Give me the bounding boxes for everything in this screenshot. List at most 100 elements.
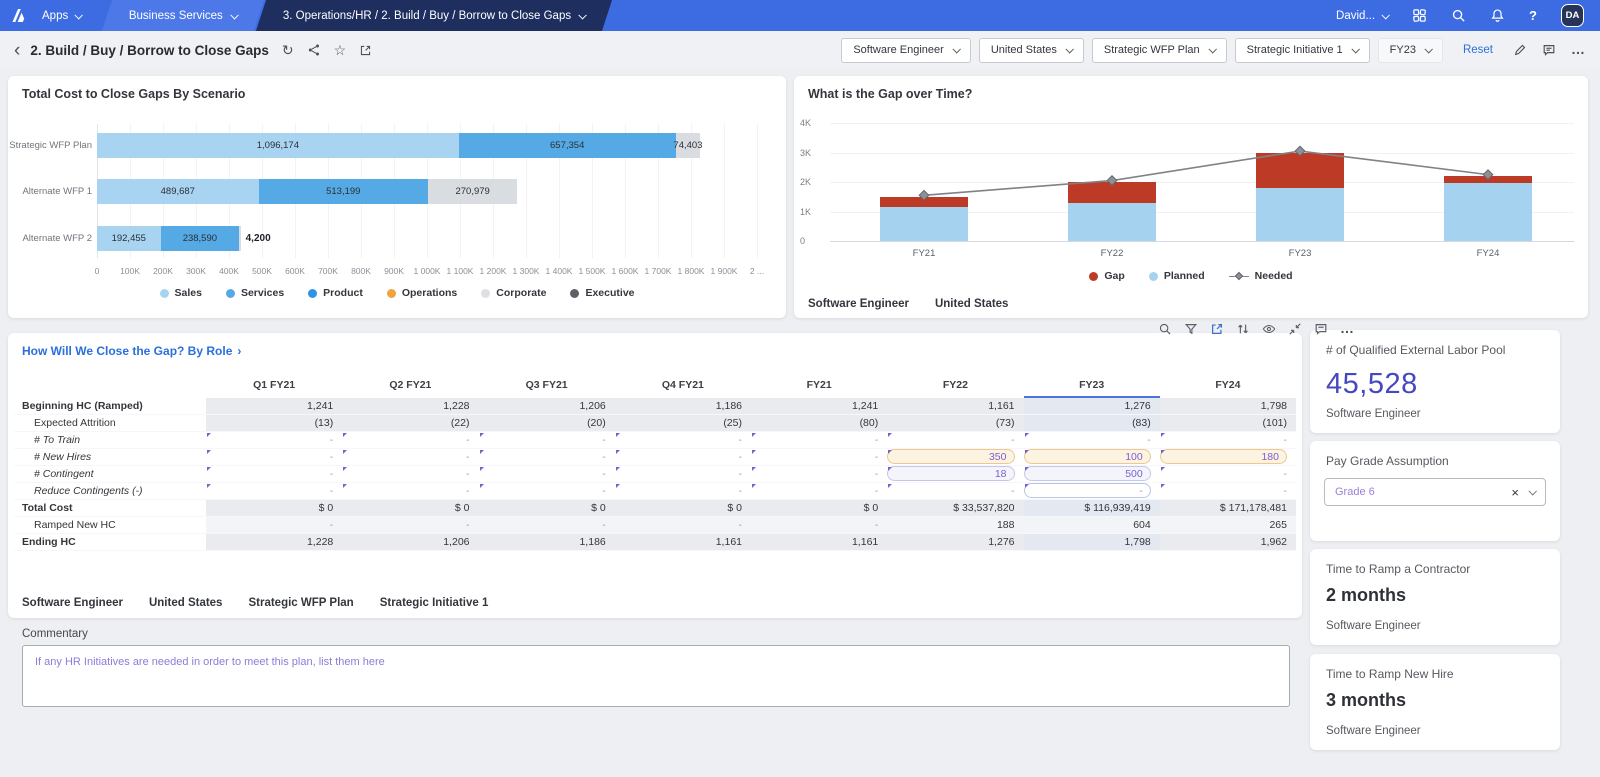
editable-cell-value[interactable]: 100 bbox=[1023, 449, 1151, 464]
tab-business-services[interactable]: Business Services bbox=[102, 0, 265, 31]
present-icon[interactable] bbox=[359, 44, 372, 57]
column-header-fy24[interactable]: FY24 bbox=[1160, 379, 1296, 398]
column-header-q1-fy21[interactable]: Q1 FY21 bbox=[206, 379, 342, 398]
grid-cell[interactable]: - bbox=[206, 432, 342, 448]
grid-cell[interactable]: 500 bbox=[1023, 466, 1160, 482]
grid-cell[interactable]: - bbox=[479, 432, 615, 448]
grid-cell[interactable]: - bbox=[1024, 432, 1160, 448]
grid-cell[interactable]: 100 bbox=[1023, 449, 1160, 465]
grid-cell[interactable]: - bbox=[206, 483, 342, 499]
column-header-fy22[interactable]: FY22 bbox=[887, 379, 1023, 398]
legend-item: Corporate bbox=[481, 287, 546, 299]
grid-search-icon[interactable] bbox=[1158, 322, 1172, 336]
grid-cell[interactable]: - bbox=[206, 466, 342, 482]
help-icon[interactable]: ? bbox=[1529, 8, 1537, 23]
chevron-down-icon bbox=[74, 10, 84, 20]
filter-chip-united-states[interactable]: United States bbox=[978, 37, 1084, 63]
grid-cell[interactable]: - bbox=[615, 483, 751, 499]
row-label: Total Cost bbox=[22, 502, 73, 514]
column-header-q3-fy21[interactable]: Q3 FY21 bbox=[479, 379, 615, 398]
grid-cell[interactable]: - bbox=[479, 466, 615, 482]
gap-chart-card: What is the Gap over Time? Gap Planned Nee… bbox=[794, 76, 1588, 318]
column-header-q2-fy21[interactable]: Q2 FY21 bbox=[342, 379, 478, 398]
comments-icon[interactable] bbox=[1542, 43, 1556, 57]
filter-chip-strategic-initiative-1[interactable]: Strategic Initiative 1 bbox=[1234, 37, 1370, 63]
edit-pencil-icon[interactable] bbox=[1513, 43, 1527, 57]
grid-more-icon[interactable]: … bbox=[1340, 322, 1355, 335]
grid-row: Reduce Contingents (-) - - - - - - - - bbox=[14, 483, 1296, 500]
search-icon[interactable] bbox=[1451, 8, 1466, 23]
anaplan-logo-icon[interactable] bbox=[0, 0, 36, 31]
grid-cell[interactable]: - bbox=[479, 483, 615, 499]
grid-cell[interactable]: - bbox=[751, 449, 887, 465]
more-options-icon[interactable]: … bbox=[1571, 43, 1586, 56]
x-axis-tick: 2 ... bbox=[749, 266, 765, 276]
column-header-fy23[interactable]: FY23 bbox=[1024, 379, 1160, 398]
legend-label: Gap bbox=[1104, 270, 1125, 282]
grid-cell: (22) bbox=[342, 415, 479, 431]
notifications-bell-icon[interactable] bbox=[1490, 8, 1505, 23]
grid-cell[interactable]: - bbox=[1160, 466, 1296, 482]
bar-segment-label: 1,096,174 bbox=[256, 140, 299, 151]
editable-cell-value[interactable]: 500 bbox=[1023, 466, 1151, 481]
editable-cell-value[interactable]: 18 bbox=[887, 466, 1015, 481]
grid-cell: 1,228 bbox=[342, 398, 479, 414]
grid-cell: - bbox=[478, 517, 615, 533]
grid-cell[interactable]: - bbox=[1160, 432, 1296, 448]
grid-cell: (73) bbox=[887, 415, 1024, 431]
grid-cell[interactable]: - bbox=[751, 432, 887, 448]
grid-cell[interactable]: - bbox=[342, 466, 478, 482]
grid-cell[interactable]: 18 bbox=[887, 466, 1023, 482]
grid-sort-icon[interactable] bbox=[1236, 322, 1250, 336]
grid-cell[interactable]: - bbox=[887, 483, 1023, 499]
column-header-fy21[interactable]: FY21 bbox=[751, 379, 887, 398]
grid-cell[interactable]: 350 bbox=[887, 449, 1023, 465]
grid-collapse-icon[interactable] bbox=[1288, 322, 1302, 336]
grid-cell[interactable]: - bbox=[342, 449, 478, 465]
grid-cell: (80) bbox=[751, 415, 888, 431]
workspace-tab-label: Business Services bbox=[129, 9, 224, 22]
sync-icon[interactable]: ↻ bbox=[282, 43, 294, 57]
grid-cell[interactable]: 180 bbox=[1159, 449, 1296, 465]
user-avatar[interactable]: DA bbox=[1561, 4, 1584, 27]
column-header-q4-fy21[interactable]: Q4 FY21 bbox=[615, 379, 751, 398]
app-switcher-icon[interactable] bbox=[1412, 8, 1427, 23]
clear-x-icon[interactable]: × bbox=[1511, 486, 1519, 499]
grid-cell[interactable]: - bbox=[1023, 483, 1160, 499]
grid-visibility-icon[interactable] bbox=[1262, 322, 1276, 336]
grid-cell[interactable]: - bbox=[887, 432, 1023, 448]
grid-cell[interactable]: - bbox=[615, 432, 751, 448]
commentary-input[interactable] bbox=[22, 645, 1290, 707]
reset-button[interactable]: Reset bbox=[1463, 44, 1493, 56]
grid-title-link[interactable]: How Will We Close the Gap? By Role › bbox=[22, 344, 241, 358]
pay-grade-select[interactable]: Grade 6 × bbox=[1324, 478, 1546, 506]
favorite-star-icon[interactable]: ☆ bbox=[334, 43, 347, 57]
category-label: Alternate WFP 1 bbox=[22, 186, 92, 197]
editable-cell-value[interactable]: - bbox=[1023, 483, 1151, 498]
editable-cell-value[interactable]: 180 bbox=[1159, 449, 1287, 464]
grid-cell[interactable]: - bbox=[1160, 483, 1296, 499]
back-chevron-icon[interactable]: ‹ bbox=[14, 41, 20, 60]
grid-cell[interactable]: - bbox=[751, 466, 887, 482]
filter-chip-software-engineer[interactable]: Software Engineer bbox=[841, 37, 971, 63]
grid-cell[interactable]: - bbox=[615, 449, 751, 465]
grid-cell[interactable]: - bbox=[479, 449, 615, 465]
share-icon[interactable] bbox=[307, 43, 321, 57]
grid-cell[interactable]: - bbox=[342, 432, 478, 448]
filter-chip-strategic-wfp-plan[interactable]: Strategic WFP Plan bbox=[1091, 37, 1227, 63]
grid-cell[interactable]: - bbox=[206, 449, 342, 465]
grid-cell[interactable]: - bbox=[342, 483, 478, 499]
context-tag: Strategic WFP Plan bbox=[248, 597, 354, 609]
editable-cell-value[interactable]: 350 bbox=[887, 449, 1015, 464]
legend-swatch bbox=[570, 288, 580, 298]
apps-menu[interactable]: Apps bbox=[36, 0, 97, 31]
grid-cell[interactable]: - bbox=[751, 483, 887, 499]
grid-export-icon[interactable] bbox=[1210, 322, 1224, 336]
grid-cell[interactable]: - bbox=[615, 466, 751, 482]
user-menu[interactable]: David... bbox=[1336, 10, 1390, 22]
grid-filter-icon[interactable] bbox=[1184, 322, 1198, 336]
grid-cell: - bbox=[614, 517, 751, 533]
tab-current-page[interactable]: 3. Operations/HR / 2. Build / Buy / Borr… bbox=[256, 0, 613, 31]
filter-chip-fy23[interactable]: FY23 bbox=[1377, 37, 1443, 63]
grid-comment-icon[interactable] bbox=[1314, 322, 1328, 336]
